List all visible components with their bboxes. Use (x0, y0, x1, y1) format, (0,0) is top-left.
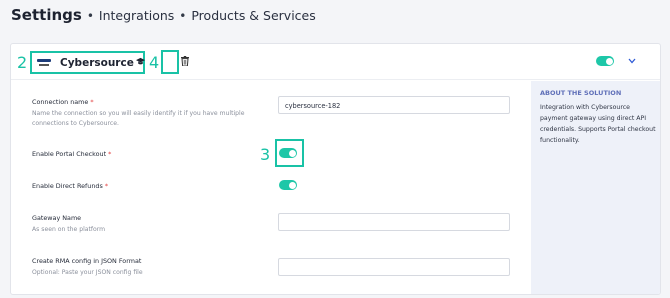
connection-name-label: Connection name * (32, 98, 94, 106)
breadcrumb-separator: • (86, 9, 94, 23)
chevron-down-icon[interactable] (628, 58, 636, 64)
integration-enabled-toggle[interactable] (596, 56, 614, 66)
direct-refunds-toggle[interactable] (279, 180, 297, 190)
annotation-2: 2 (17, 53, 28, 72)
integration-title: Cybersource (30, 51, 145, 74)
page-title: Settings (11, 6, 82, 24)
rma-config-label: Create RMA config in JSON Format (32, 257, 142, 265)
integration-name: Cybersource (60, 56, 134, 69)
breadcrumb-separator: • (179, 9, 187, 23)
portal-checkout-toggle[interactable] (279, 148, 297, 158)
trash-icon[interactable] (181, 56, 189, 66)
rma-config-hint: Optional: Paste your JSON config file (32, 269, 143, 276)
rma-config-input[interactable] (278, 258, 510, 276)
cybersource-logo (36, 56, 54, 70)
integration-card: 2 Cybersource 4 Connection name * Name t… (10, 43, 661, 295)
gateway-name-label: Gateway Name (32, 214, 82, 222)
breadcrumb-products-services[interactable]: Products & Services (191, 8, 315, 23)
about-panel: ABOUT THE SOLUTION Integration with Cybe… (531, 81, 660, 294)
breadcrumb: Settings • Integrations • Products & Ser… (11, 6, 316, 26)
portal-checkout-label: Enable Portal Checkout * (32, 150, 112, 158)
integration-form: Connection name * Name the connection so… (11, 81, 531, 294)
about-title: ABOUT THE SOLUTION (540, 89, 622, 97)
graduation-cap-icon[interactable] (136, 57, 145, 66)
card-header: 2 Cybersource 4 (11, 44, 660, 80)
breadcrumb-integrations[interactable]: Integrations (99, 8, 174, 23)
annotation-4-box (161, 50, 179, 74)
about-text: Integration with Cybersource payment gat… (540, 104, 656, 144)
annotation-3: 3 (260, 145, 271, 164)
connection-name-hint: Name the connection so you will easily i… (32, 110, 245, 127)
gateway-name-hint: As seen on the platform (32, 226, 106, 233)
direct-refunds-label: Enable Direct Refunds * (32, 182, 109, 190)
gateway-name-input[interactable] (278, 213, 510, 231)
annotation-4: 4 (149, 53, 160, 72)
connection-name-input[interactable]: cybersource-182 (278, 96, 510, 114)
